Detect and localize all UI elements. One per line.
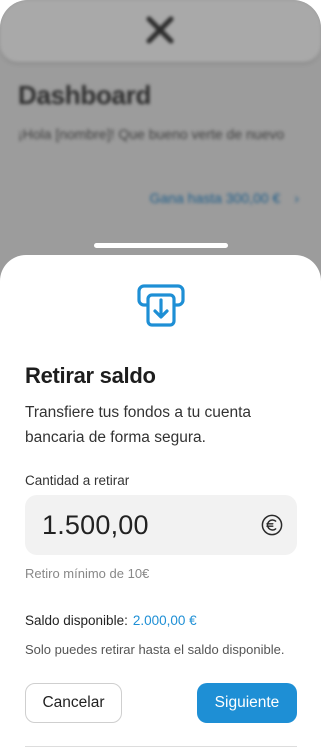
amount-label: Cantidad a retirar (25, 473, 130, 488)
chevron-right-icon: › (294, 190, 299, 206)
euro-icon (261, 514, 283, 536)
sheet-description: Transfiere tus fondos a tu cuenta bancar… (25, 404, 252, 446)
dashboard-title: Dashboard (18, 80, 152, 110)
withdraw-screen: Dashboard ¡Hola [nombre]! Que bueno vert… (0, 0, 321, 750)
promo-link-label: Gana hasta 300,00 € (149, 190, 281, 206)
promo-link[interactable]: Gana hasta 300,00 € › (150, 190, 299, 206)
balance-limit-note: Solo puedes retirar hasta el saldo dispo… (25, 642, 285, 657)
available-balance: Saldo disponible: 2.000,00 € (25, 613, 197, 628)
balance-label: Saldo disponible: (25, 613, 128, 628)
top-bar (0, 0, 321, 62)
amount-value[interactable]: 1.500,00 (42, 510, 149, 541)
sheet-title: Retirar saldo (25, 363, 156, 388)
sheet-drag-handle[interactable] (94, 243, 228, 248)
amount-input[interactable]: 1.500,00 (25, 495, 297, 555)
bottom-divider (25, 746, 297, 747)
close-icon[interactable] (144, 14, 176, 46)
cancel-button[interactable]: Cancelar (25, 683, 122, 723)
download-tray-icon (137, 284, 185, 327)
balance-value: 2.000,00 € (132, 613, 197, 628)
greeting-text: ¡Hola [nombre]! Que bueno verte de nuevo (18, 126, 285, 142)
minimum-withdrawal-note: Retiro mínimo de 10€ (25, 566, 150, 581)
next-button[interactable]: Siguiente (197, 683, 297, 723)
